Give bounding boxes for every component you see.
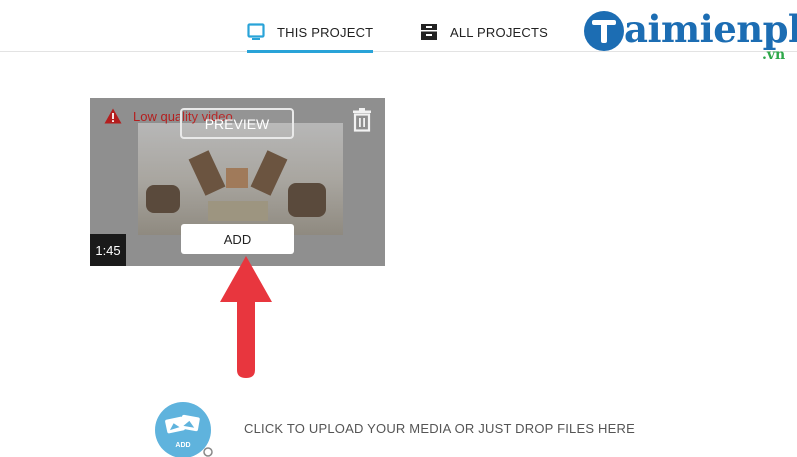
add-button[interactable]: ADD	[181, 224, 294, 254]
archive-box-icon	[421, 24, 437, 40]
warning-triangle-icon	[104, 108, 122, 124]
tab-this-project[interactable]: THIS PROJECT	[247, 14, 374, 53]
red-arrow-annotation	[220, 256, 272, 378]
video-duration: 1:45	[90, 234, 126, 266]
trash-icon[interactable]	[352, 108, 372, 132]
media-card[interactable]: Low quality video PREVIEW 1:45 ADD	[90, 98, 385, 266]
tab-all-projects[interactable]: ALL PROJECTS	[420, 14, 548, 50]
preview-button[interactable]: PREVIEW	[180, 108, 294, 139]
logo-t-mark	[584, 11, 624, 51]
monitor-icon	[247, 23, 265, 40]
tab-this-project-label: THIS PROJECT	[277, 24, 374, 40]
tab-all-projects-label: ALL PROJECTS	[450, 24, 549, 40]
watermark-logo: aimienphi .vn	[584, 7, 797, 67]
logo-suffix: .vn	[762, 47, 786, 63]
logo-brand-text: aimienphi	[624, 7, 797, 51]
upload-icon-label: ADD	[175, 442, 190, 449]
image-upload-icon[interactable]: ADD	[153, 402, 213, 457]
upload-instructions[interactable]: CLICK TO UPLOAD YOUR MEDIA OR JUST DROP …	[244, 421, 635, 436]
video-thumbnail	[138, 123, 343, 235]
